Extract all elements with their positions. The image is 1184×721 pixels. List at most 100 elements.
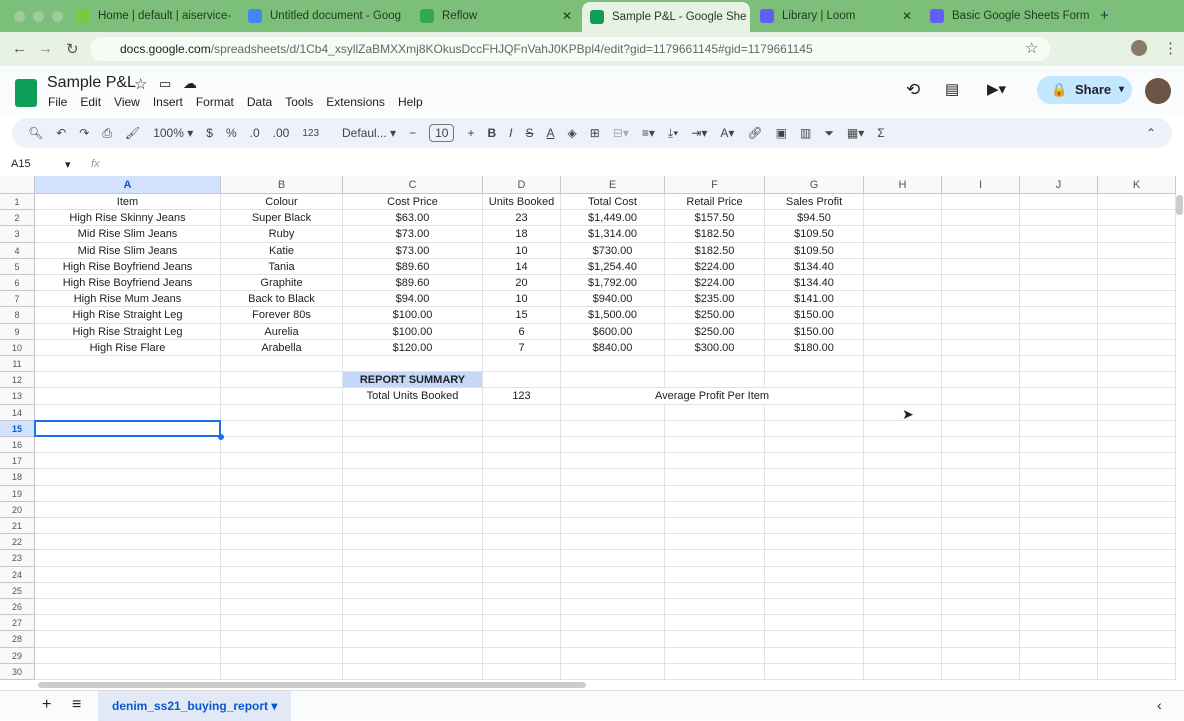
- cell[interactable]: [483, 502, 561, 518]
- cell[interactable]: [561, 567, 665, 583]
- cell[interactable]: [343, 502, 483, 518]
- cell[interactable]: [221, 437, 343, 453]
- cell[interactable]: Sales Profit: [765, 194, 864, 210]
- vertical-scrollbar[interactable]: [1176, 195, 1183, 215]
- cell[interactable]: [864, 340, 942, 356]
- cell[interactable]: [1098, 518, 1176, 534]
- browser-tab[interactable]: Library | Loom✕: [752, 4, 920, 28]
- share-button[interactable]: 🔒Share▾: [1037, 76, 1132, 104]
- row-header[interactable]: 6: [0, 275, 35, 291]
- url-input[interactable]: docs.google.com/spreadsheets/d/1Cb4_xsyl…: [90, 37, 1050, 61]
- row-header[interactable]: 26: [0, 599, 35, 615]
- star-icon[interactable]: ☆: [134, 75, 147, 93]
- cell[interactable]: [35, 469, 221, 485]
- sheet-tab[interactable]: denim_ss21_buying_report ▾: [98, 691, 291, 721]
- cell[interactable]: [483, 405, 561, 421]
- cell[interactable]: [1098, 405, 1176, 421]
- cell[interactable]: [864, 615, 942, 631]
- cell[interactable]: [1020, 356, 1098, 372]
- cell[interactable]: High Rise Straight Leg: [35, 307, 221, 323]
- cell[interactable]: [221, 453, 343, 469]
- sheets-logo-icon[interactable]: [15, 79, 37, 107]
- cell[interactable]: [942, 453, 1020, 469]
- cell[interactable]: [765, 550, 864, 566]
- cell[interactable]: [942, 648, 1020, 664]
- browser-tab[interactable]: Untitled document - Goog✕: [240, 4, 408, 28]
- row-header[interactable]: 8: [0, 307, 35, 323]
- selected-cell-a15[interactable]: [34, 420, 221, 437]
- cell[interactable]: $1,500.00: [561, 307, 665, 323]
- cell[interactable]: [561, 486, 665, 502]
- cell[interactable]: [1098, 599, 1176, 615]
- cell[interactable]: [765, 405, 864, 421]
- chart-icon[interactable]: ▥: [800, 126, 811, 140]
- cell[interactable]: [1098, 453, 1176, 469]
- cell[interactable]: [1098, 534, 1176, 550]
- cell[interactable]: $134.40: [765, 259, 864, 275]
- cell[interactable]: [1098, 275, 1176, 291]
- cell[interactable]: [864, 356, 942, 372]
- cell[interactable]: 10: [483, 243, 561, 259]
- cell[interactable]: [765, 534, 864, 550]
- cell[interactable]: [942, 243, 1020, 259]
- cell[interactable]: [665, 648, 765, 664]
- cell[interactable]: [942, 631, 1020, 647]
- column-header[interactable]: F: [665, 176, 765, 194]
- cell[interactable]: [1098, 372, 1176, 388]
- cell[interactable]: [1020, 291, 1098, 307]
- cell[interactable]: [1098, 631, 1176, 647]
- cell[interactable]: [221, 534, 343, 550]
- cell[interactable]: [221, 356, 343, 372]
- collapse-toolbar-icon[interactable]: ⌃: [1146, 126, 1156, 140]
- document-title[interactable]: Sample P&L: [47, 74, 136, 92]
- cell[interactable]: Forever 80s: [221, 307, 343, 323]
- cell[interactable]: [1020, 421, 1098, 437]
- column-header[interactable]: B: [221, 176, 343, 194]
- cell[interactable]: [942, 567, 1020, 583]
- cell[interactable]: [483, 567, 561, 583]
- cell[interactable]: [343, 518, 483, 534]
- column-header[interactable]: I: [942, 176, 1020, 194]
- cell[interactable]: Katie: [221, 243, 343, 259]
- cell[interactable]: $141.00: [765, 291, 864, 307]
- number-format-button[interactable]: 123: [302, 128, 319, 139]
- cell[interactable]: [35, 664, 221, 680]
- vertical-align-icon[interactable]: ⤓▾: [668, 126, 678, 141]
- row-header[interactable]: 16: [0, 437, 35, 453]
- cell[interactable]: [561, 664, 665, 680]
- cell[interactable]: [1020, 664, 1098, 680]
- cell[interactable]: [35, 372, 221, 388]
- cell[interactable]: [1020, 502, 1098, 518]
- cell[interactable]: $224.00: [665, 275, 765, 291]
- fill-color-icon[interactable]: ◈: [568, 126, 577, 140]
- cell[interactable]: [942, 502, 1020, 518]
- cell[interactable]: [35, 631, 221, 647]
- zoom-select[interactable]: 100% ▾: [153, 126, 193, 140]
- currency-button[interactable]: $: [206, 126, 213, 140]
- cell[interactable]: [483, 437, 561, 453]
- percent-button[interactable]: %: [226, 126, 237, 140]
- profile-avatar[interactable]: [1131, 40, 1147, 56]
- cell[interactable]: [343, 550, 483, 566]
- version-history-icon[interactable]: ⟲: [906, 80, 920, 100]
- cell[interactable]: [765, 486, 864, 502]
- column-header[interactable]: J: [1020, 176, 1098, 194]
- cell[interactable]: [1020, 259, 1098, 275]
- row-header[interactable]: 18: [0, 469, 35, 485]
- cell[interactable]: $182.50: [665, 243, 765, 259]
- cell[interactable]: [35, 534, 221, 550]
- cell[interactable]: [942, 259, 1020, 275]
- cell[interactable]: [665, 453, 765, 469]
- cell[interactable]: [35, 437, 221, 453]
- cell[interactable]: [765, 437, 864, 453]
- bold-button[interactable]: B: [487, 126, 496, 140]
- cell[interactable]: $1,254.40: [561, 259, 665, 275]
- cell[interactable]: [221, 405, 343, 421]
- cell[interactable]: [483, 518, 561, 534]
- cell[interactable]: Retail Price: [665, 194, 765, 210]
- cell[interactable]: 14: [483, 259, 561, 275]
- row-header[interactable]: 19: [0, 486, 35, 502]
- row-header[interactable]: 3: [0, 226, 35, 242]
- cell[interactable]: 6: [483, 324, 561, 340]
- row-header[interactable]: 10: [0, 340, 35, 356]
